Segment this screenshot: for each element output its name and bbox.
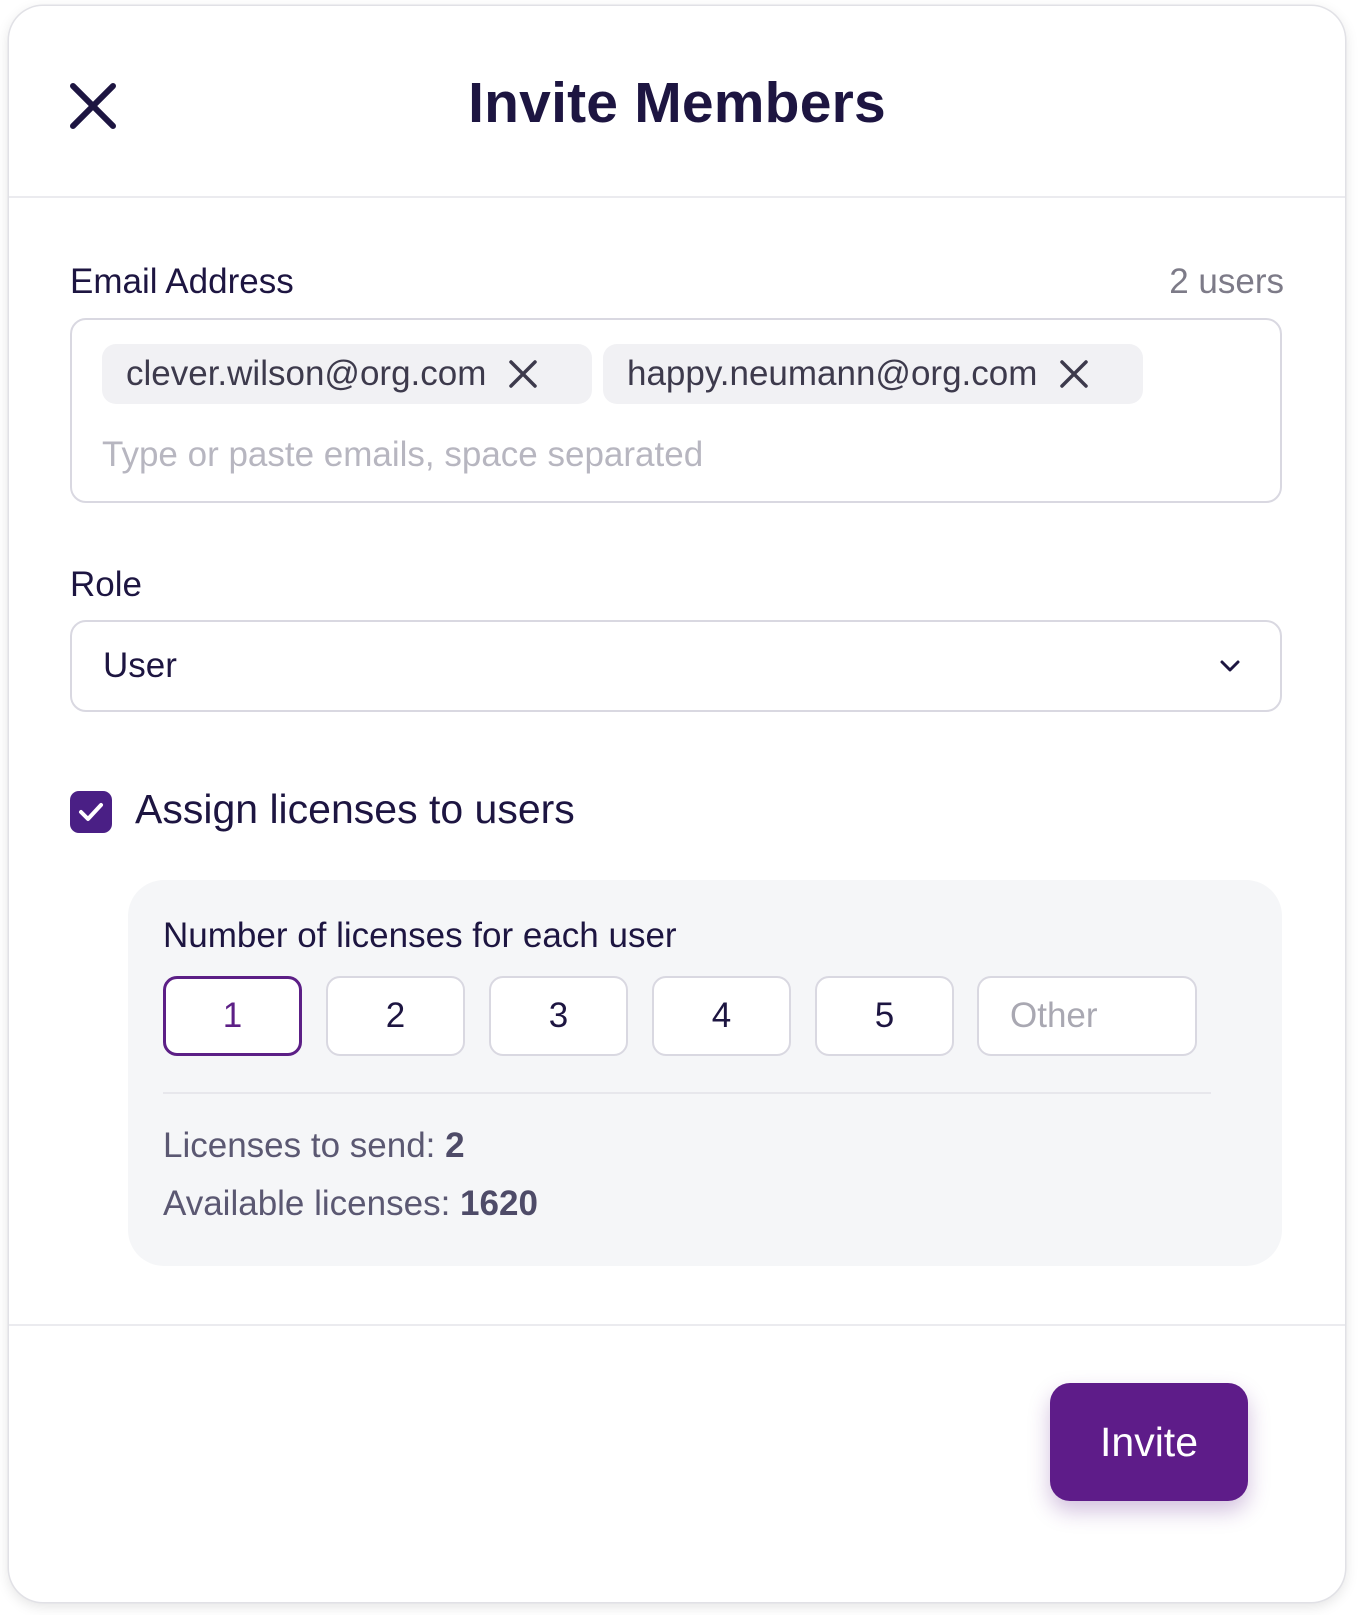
available-licenses: Available licenses: 1620 — [163, 1184, 538, 1224]
license-option-4[interactable]: 4 — [652, 976, 791, 1056]
assign-licenses-checkbox[interactable] — [70, 791, 112, 833]
email-chip-text: happy.neumann@org.com — [627, 354, 1038, 393]
license-option-5[interactable]: 5 — [815, 976, 954, 1056]
license-option-3[interactable]: 3 — [489, 976, 628, 1056]
license-panel: Number of licenses for each user 1 2 3 4… — [128, 880, 1282, 1266]
licenses-to-send-value: 2 — [445, 1126, 465, 1165]
panel-divider — [163, 1092, 1211, 1094]
available-licenses-value: 1620 — [460, 1184, 538, 1223]
license-option-1[interactable]: 1 — [163, 976, 302, 1056]
email-label: Email Address — [70, 262, 294, 301]
chip-remove-button[interactable] — [508, 359, 538, 389]
licenses-to-send-label: Licenses to send: — [163, 1126, 436, 1165]
chevron-down-icon — [1220, 660, 1240, 672]
license-option-2[interactable]: 2 — [326, 976, 465, 1056]
role-select[interactable]: User — [70, 620, 1282, 712]
assign-licenses-label[interactable]: Assign licenses to users — [135, 786, 575, 833]
dialog-header: Invite Members — [9, 6, 1345, 198]
invite-button[interactable]: Invite — [1050, 1383, 1248, 1501]
email-chip-text: clever.wilson@org.com — [126, 354, 487, 393]
email-field[interactable]: clever.wilson@org.com happy.neumann@org.… — [70, 318, 1282, 503]
close-icon — [1060, 360, 1089, 388]
footer-divider — [9, 1324, 1345, 1326]
dialog-title: Invite Members — [468, 71, 886, 135]
checkmark-icon — [79, 803, 103, 821]
close-icon — [509, 360, 538, 388]
email-input[interactable] — [102, 428, 1242, 482]
license-other-input[interactable] — [977, 976, 1197, 1056]
user-count: 2 users — [1169, 262, 1284, 301]
invite-members-dialog: Invite Members Email Address 2 users cle… — [9, 6, 1345, 1602]
email-chip: clever.wilson@org.com — [102, 344, 592, 404]
role-label: Role — [70, 565, 142, 604]
licenses-per-user-label: Number of licenses for each user — [163, 916, 677, 955]
licenses-to-send: Licenses to send: 2 — [163, 1126, 465, 1166]
chip-remove-button[interactable] — [1059, 359, 1089, 389]
email-chip: happy.neumann@org.com — [603, 344, 1143, 404]
role-value: User — [103, 646, 177, 685]
available-licenses-label: Available licenses: — [163, 1184, 451, 1223]
